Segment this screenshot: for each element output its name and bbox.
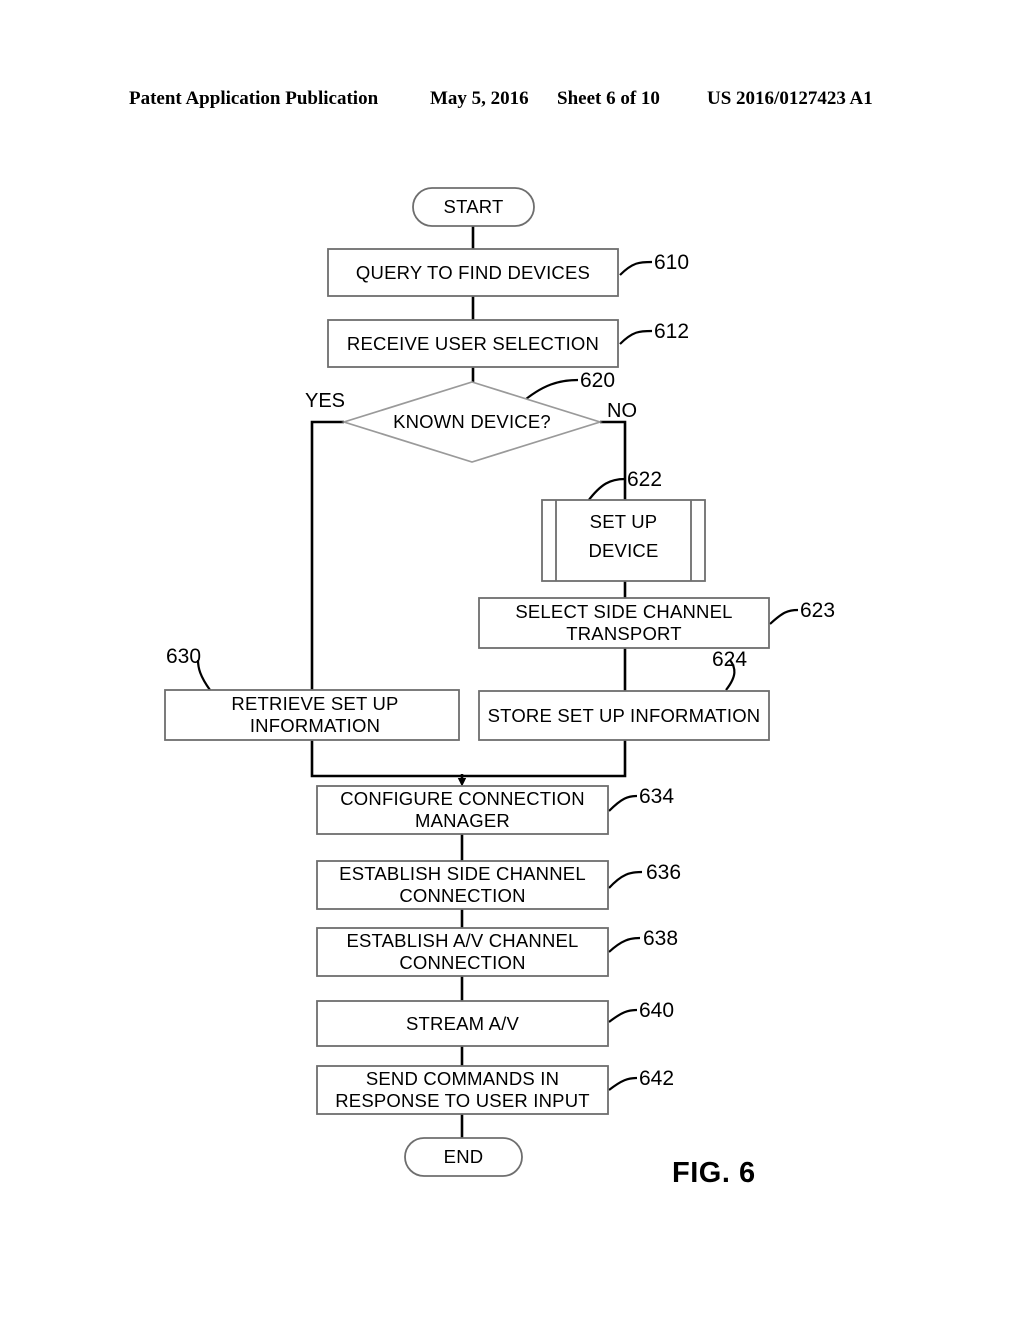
reference-numeral-642: 642 [639,1067,675,1090]
reference-numeral-634: 634 [639,785,675,808]
node-622-shape [541,499,706,582]
node-642-shape [316,1065,609,1115]
node-640-shape [316,1000,609,1047]
reference-numeral-610: 610 [654,251,690,274]
node-630-shape [164,689,460,741]
reference-numeral-640: 640 [639,999,675,1022]
reference-numeral-638: 638 [643,927,679,950]
flowchart-svg [164,187,799,1177]
node-end-shape [404,1137,523,1177]
reference-numeral-630: 630 [166,645,202,668]
reference-numeral-624: 624 [712,648,748,671]
reference-numeral-636: 636 [646,861,682,884]
reference-numeral-620: 620 [580,369,616,392]
flowchart-figure: START QUERY TO FIND DEVICES RECEIVE USER… [0,0,1024,1320]
figure-caption: FIG. 6 [672,1157,756,1189]
node-638-shape [316,927,609,977]
node-636-shape [316,860,609,910]
node-start-shape [412,187,535,227]
node-634-shape [316,785,609,835]
node-623-shape [478,597,770,649]
branch-label-no: NO [607,400,637,422]
node-612-shape [327,319,619,368]
node-624-shape [478,690,770,741]
reference-numeral-622: 622 [627,468,663,491]
branch-label-yes: YES [305,390,346,412]
reference-numeral-612: 612 [654,320,690,343]
reference-numeral-623: 623 [800,599,836,622]
node-620-shape [341,381,603,463]
node-610-shape [327,248,619,297]
